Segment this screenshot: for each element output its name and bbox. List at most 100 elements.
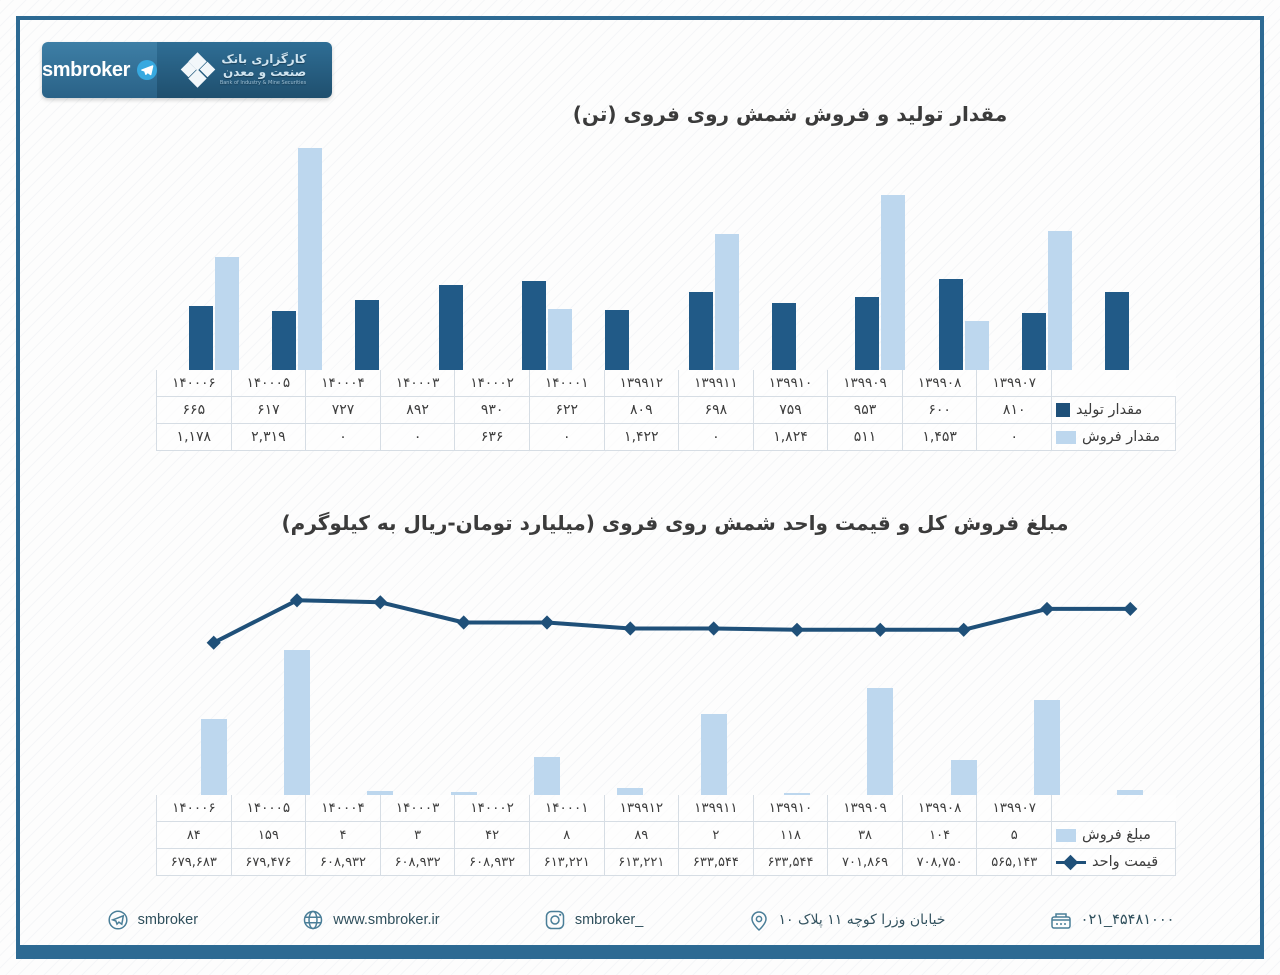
- period-header-cell: ۱۳۹۹۱۰: [752, 795, 829, 822]
- footer-item-text: smbroker: [137, 912, 199, 928]
- page-frame: کارگزاری بانک صنعت و معدن Bank of Indust…: [16, 16, 1264, 959]
- data-cell: ۹۳۰: [454, 396, 530, 424]
- footer-item[interactable]: خیابان وزرا کوچه ۱۱ پلاک ۱۰: [747, 908, 946, 932]
- data-cell: ۶۷۹,۴۷۶: [230, 848, 307, 876]
- production-quantity-bar: [272, 310, 297, 370]
- data-cell: ۶۱۳,۲۲۱: [603, 848, 680, 876]
- footer-item[interactable]: smbroker: [106, 908, 198, 932]
- production-quantity-bar: [938, 278, 963, 370]
- chart2-title: مبلغ فروش کل و قیمت واحد شمش روی فروی (م…: [281, 511, 1069, 535]
- period-header-cell: ۱۳۹۹۱۲: [603, 795, 680, 822]
- sales-amount-bar: [700, 713, 727, 795]
- period-header-cell: ۱۴۰۰۰۲: [454, 370, 530, 397]
- data-cell: ۷۵۹: [752, 396, 829, 424]
- chart2-column: [922, 580, 1005, 795]
- data-cell: ۱,۴۲۲: [603, 423, 680, 451]
- legend-swatch-icon: [1056, 828, 1076, 842]
- sales-quantity-bar: [298, 147, 323, 370]
- footer-item-text: خیابان وزرا کوچه ۱۱ پلاک ۱۰: [778, 912, 946, 928]
- data-cell: ۶۰۰: [901, 396, 978, 424]
- chart1-column: [589, 140, 672, 370]
- period-header-cell: ۱۴۰۰۰۲: [454, 795, 530, 822]
- footer-item-text: smbroker_: [574, 912, 644, 928]
- telegram-plane-icon: [106, 908, 130, 932]
- data-cell: ۶۰۸,۹۳۲: [305, 848, 381, 876]
- footer-item[interactable]: www.smbroker.ir: [301, 908, 440, 932]
- chart1-column: [755, 140, 838, 370]
- telegram-icon[interactable]: [136, 60, 157, 80]
- period-header-cell: ۱۴۰۰۰۵: [230, 795, 307, 822]
- series-label: مقدار تولید: [1076, 402, 1143, 418]
- data-cell: ۰: [379, 423, 456, 451]
- chart2-column: [422, 580, 505, 795]
- data-cell: ۸: [528, 821, 605, 849]
- series-label: مقدار فروش: [1082, 429, 1160, 445]
- chart1-column: [339, 140, 422, 370]
- period-header-cell: ۱۴۰۰۰۱: [528, 370, 605, 397]
- data-cell: ۷۰۸,۷۵۰: [901, 848, 978, 876]
- data-cell: ۱۱۸: [752, 821, 829, 849]
- footer-item[interactable]: ۰۲۱_۴۵۴۸۱۰۰۰: [1049, 908, 1174, 932]
- data-cell: ۸۰۹: [603, 396, 680, 424]
- sales-amount-bar: [950, 760, 977, 795]
- footer-item-text: www.smbroker.ir: [333, 912, 440, 928]
- chart2-column: [1005, 580, 1088, 795]
- smbroker-wordmark: smbroker: [42, 58, 130, 81]
- chart1-column: [1089, 140, 1172, 370]
- period-header-cell: ۱۳۹۹۰۸: [901, 795, 978, 822]
- period-header-cell: ۱۳۹۹۰۹: [827, 370, 903, 397]
- series-label-cell: قیمت واحد: [1051, 848, 1176, 876]
- table-row: مقدار تولید ۸۱۰ ۶۰۰ ۹۵۳ ۷۵۹ ۶۹۸ ۸۰۹ ۶۲۲ ۹۳۰ ۸۹۲ ۷۲…: [156, 396, 1176, 424]
- data-cell: ۶۰۸,۹۳۲: [379, 848, 456, 876]
- production-quantity-bar: [438, 284, 463, 370]
- bank-name-line2: صنعت و معدن: [223, 65, 307, 80]
- data-cell: ۶۹۸: [678, 396, 754, 424]
- table-row: مبلغ فروش ۵ ۱۰۴ ۳۸ ۱۱۸ ۲ ۸۹ ۸ ۴۲ ۳ ۴ ۱۵۹ ۸۴: [156, 821, 1176, 849]
- production-quantity-bar: [772, 303, 797, 370]
- sales-amount-bar: [867, 687, 894, 795]
- chart2-plot-area: [172, 580, 1172, 795]
- chart1-data-table: ۱۳۹۹۰۷ ۱۳۹۹۰۸ ۱۳۹۹۰۹ ۱۳۹۹۱۰ ۱۳۹۹۱۱ ۱۳۹۹۱۲ ۱۴۰۰…: [156, 370, 1176, 451]
- data-cell: ۳۸: [827, 821, 903, 849]
- chart1-column: [505, 140, 588, 370]
- chart2-column: [839, 580, 922, 795]
- period-header-cell: ۱۳۹۹۱۱: [678, 795, 754, 822]
- data-cell: ۸۹: [603, 821, 680, 849]
- chart2-bars-and-line: [172, 580, 1172, 795]
- period-header-cell: ۱۴۰۰۰۵: [230, 370, 307, 397]
- period-header-cell: ۱۳۹۹۱۱: [678, 370, 754, 397]
- series-label: قیمت واحد: [1092, 854, 1159, 870]
- chart2-data-table: ۱۳۹۹۰۷ ۱۳۹۹۰۸ ۱۳۹۹۰۹ ۱۳۹۹۱۰ ۱۳۹۹۱۱ ۱۳۹۹۱۲ ۱۴۰۰…: [156, 795, 1176, 876]
- data-cell: ۳: [379, 821, 456, 849]
- chart1-column: [922, 140, 1005, 370]
- data-cell: ۸۹۲: [379, 396, 456, 424]
- production-quantity-bar: [522, 280, 547, 370]
- table-corner-cell: [1052, 370, 1176, 397]
- chart1-title: مقدار تولید و فروش شمش روی فروی (تن): [572, 102, 1008, 126]
- table-corner-cell: [1052, 795, 1176, 822]
- production-quantity-bar: [1022, 312, 1047, 370]
- period-header-cell: ۱۴۰۰۰۳: [379, 795, 456, 822]
- chart1-column: [422, 140, 505, 370]
- table-row: قیمت واحد ۵۶۵,۱۴۳ ۷۰۸,۷۵۰ ۷۰۱,۸۶۹ ۶۳۳,۵۴۴ ۶۳۳…: [156, 848, 1176, 876]
- chart2-column: [1089, 580, 1172, 795]
- production-quantity-bar: [355, 300, 380, 370]
- sales-amount-bar: [617, 787, 644, 795]
- data-cell: ۲: [678, 821, 754, 849]
- footer-item[interactable]: smbroker_: [543, 908, 644, 932]
- footer-accent-bar: [20, 945, 1260, 955]
- chart1-column: [672, 140, 755, 370]
- data-cell: ۴۲: [454, 821, 530, 849]
- production-quantity-bar: [855, 297, 880, 370]
- data-cell: ۸۱۰: [976, 396, 1052, 424]
- chart2-column: [755, 580, 838, 795]
- data-cell: ۲,۳۱۹: [230, 423, 307, 451]
- period-header-cell: ۱۴۰۰۰۶: [156, 370, 232, 397]
- data-cell: ۰: [678, 423, 754, 451]
- sales-quantity-bar: [714, 233, 739, 370]
- brand-logo-badge[interactable]: کارگزاری بانک صنعت و معدن Bank of Indust…: [42, 42, 332, 98]
- chart1-column: [172, 140, 255, 370]
- legend-swatch-icon: [1056, 403, 1070, 417]
- data-cell: ۱۰۴: [901, 821, 978, 849]
- period-header-cell: ۱۴۰۰۰۴: [305, 795, 381, 822]
